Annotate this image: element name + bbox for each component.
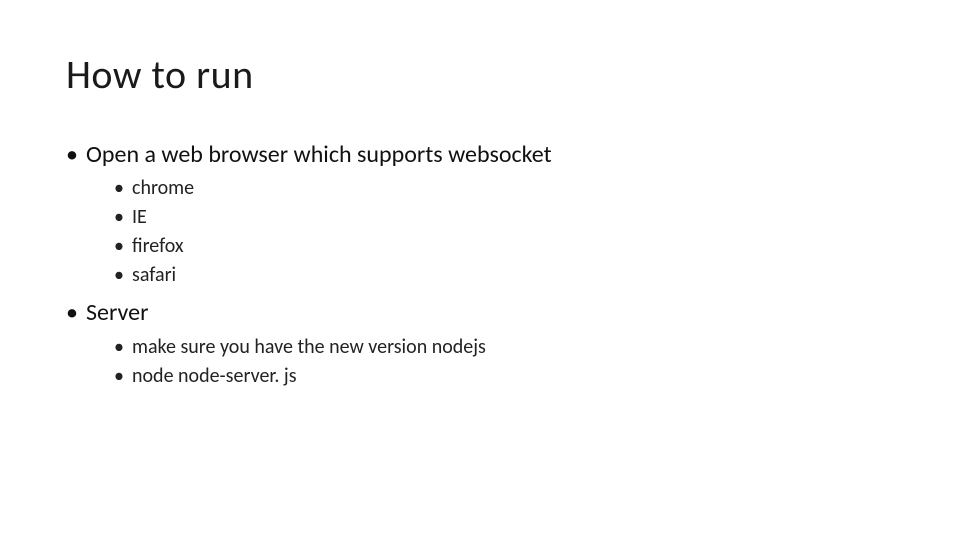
list-item-text: IE [132, 205, 147, 229]
list-item: Open a web browser which supports websoc… [66, 139, 900, 289]
list-item-text: safari [132, 263, 176, 287]
sub-list: make sure you have the new version nodej… [86, 334, 900, 390]
list-item: make sure you have the new version nodej… [114, 334, 900, 361]
list-item: firefox [114, 233, 900, 260]
list-item-text: chrome [132, 176, 194, 200]
list-item: chrome [114, 175, 900, 202]
list-item-text: node node-server. js [132, 364, 297, 388]
list-item: Server make sure you have the new versio… [66, 297, 900, 389]
slide-title: How to run [66, 50, 900, 99]
list-item: safari [114, 262, 900, 289]
slide: How to run Open a web browser which supp… [0, 0, 960, 540]
list-item-text: Server [86, 298, 148, 327]
bullet-list: Open a web browser which supports websoc… [66, 139, 900, 390]
list-item: node node-server. js [114, 363, 900, 390]
list-item: IE [114, 204, 900, 231]
sub-list: chrome IE firefox safari [86, 175, 900, 289]
list-item-text: firefox [132, 234, 184, 258]
list-item-text: make sure you have the new version nodej… [132, 335, 486, 359]
list-item-text: Open a web browser which supports websoc… [86, 140, 552, 169]
